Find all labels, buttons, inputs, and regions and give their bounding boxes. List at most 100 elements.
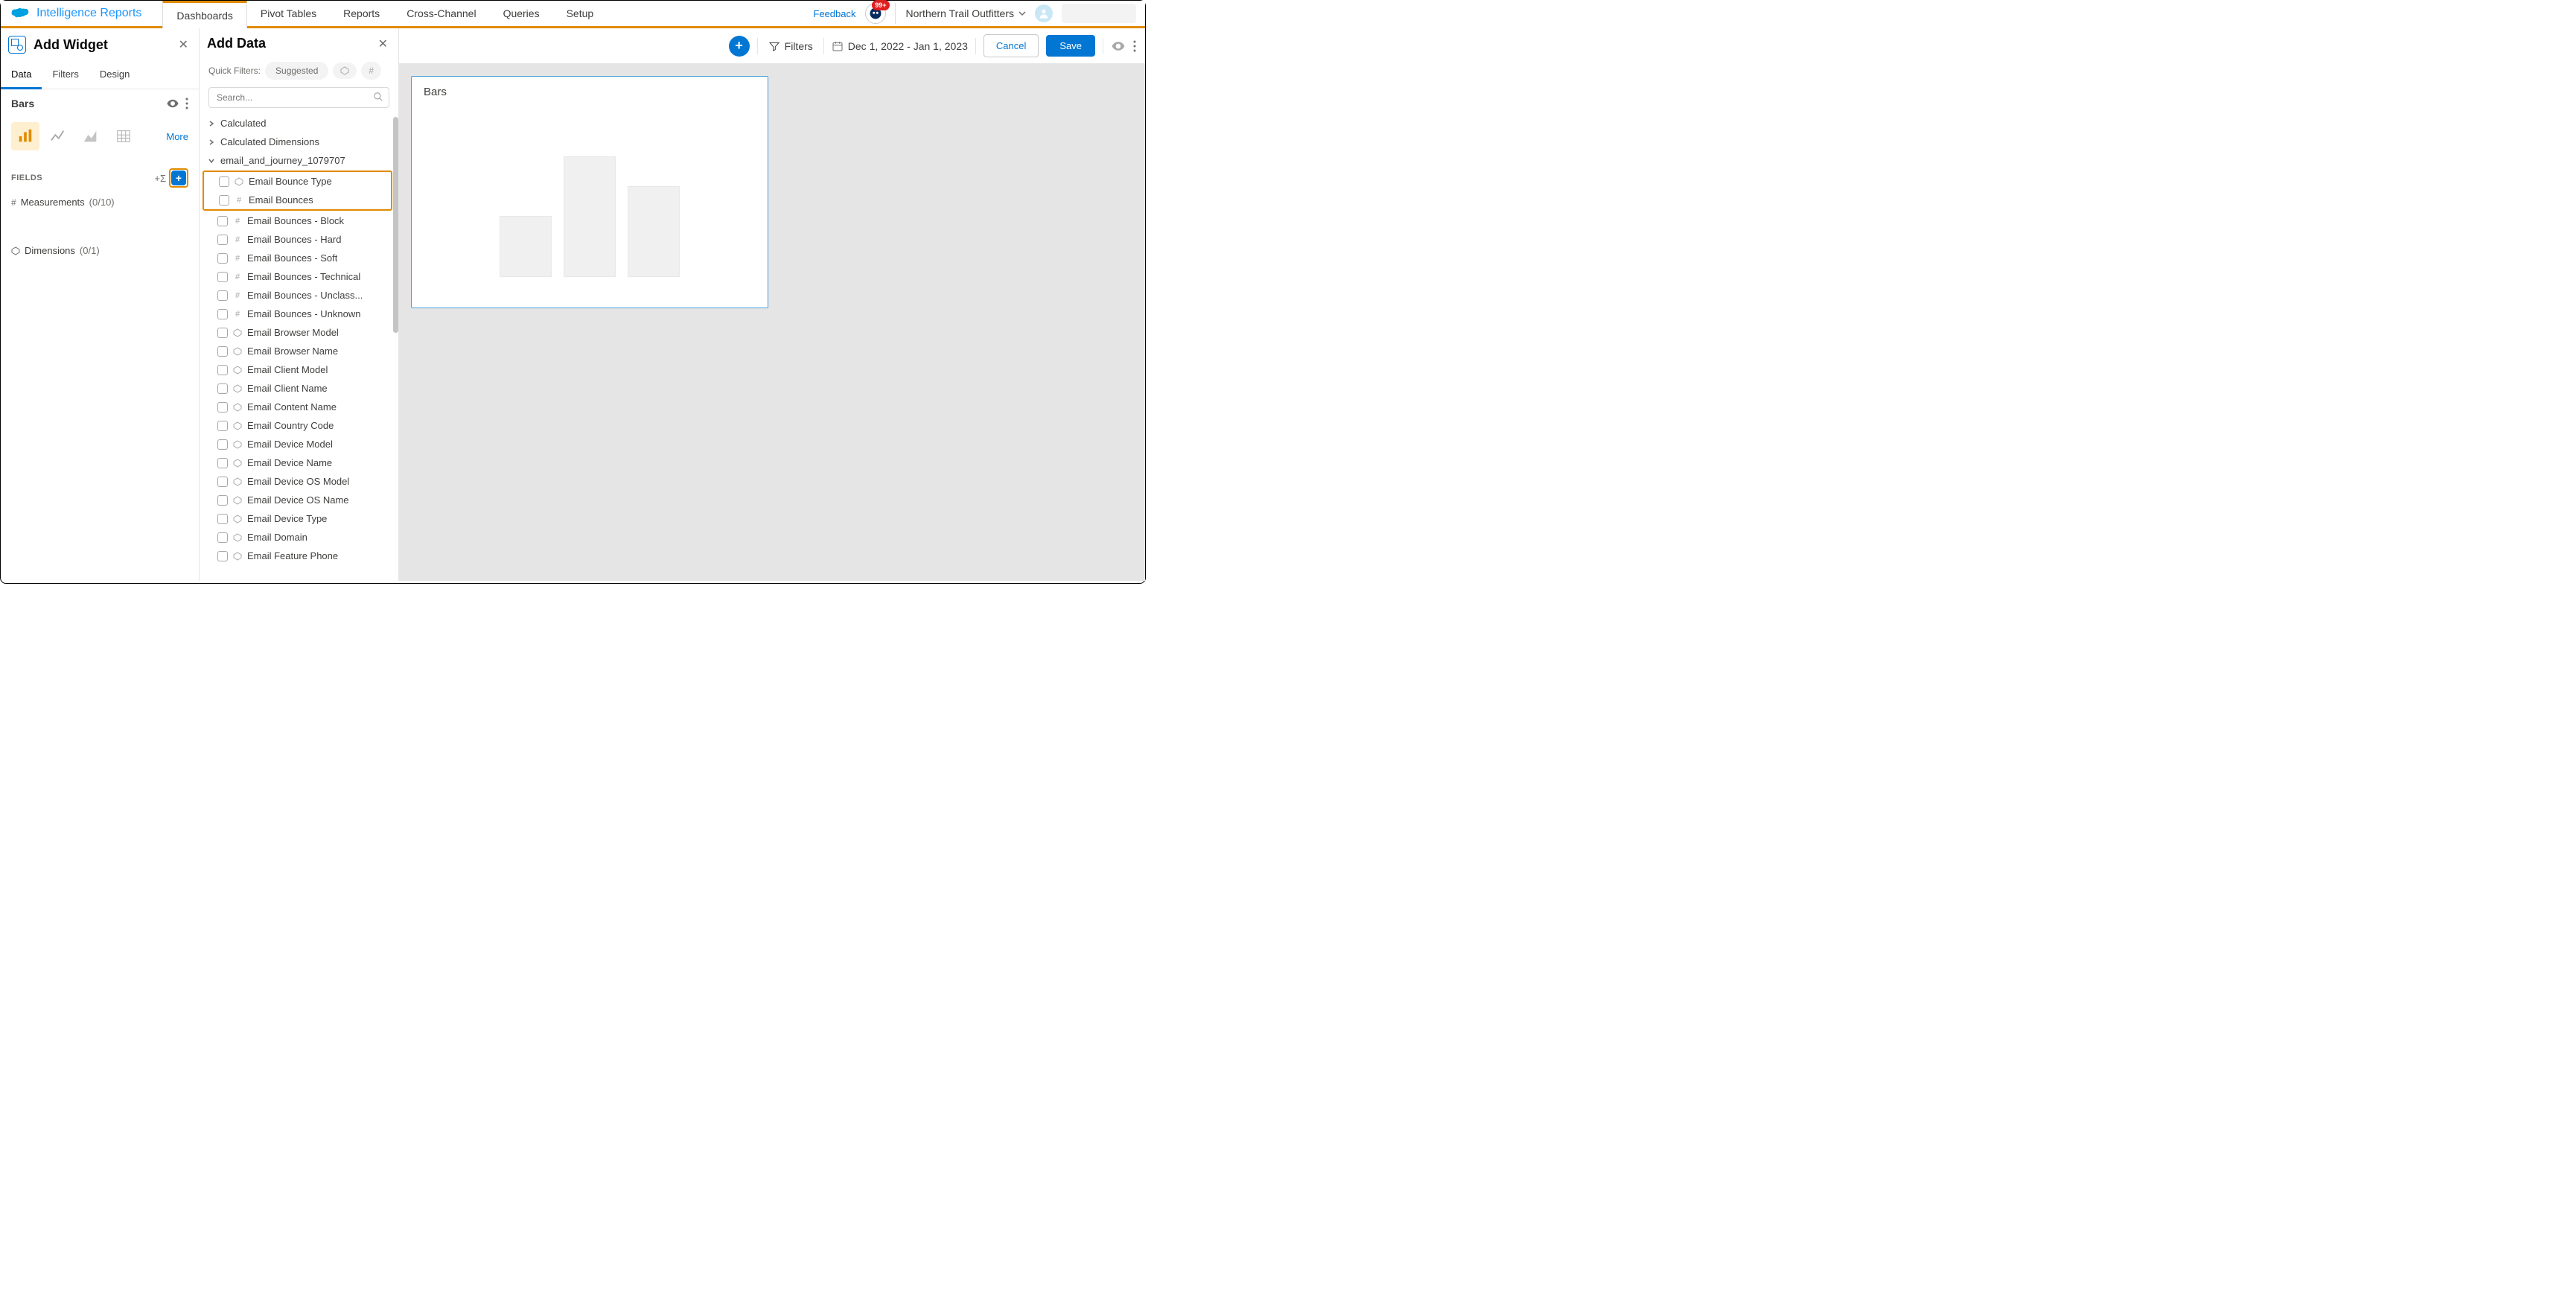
- field-label: Email Client Name: [247, 383, 328, 394]
- field-label: Email Browser Model: [247, 327, 339, 338]
- preview-button[interactable]: [1111, 39, 1126, 54]
- field-checkbox[interactable]: [217, 514, 228, 524]
- field-item[interactable]: Email Browser Name: [203, 342, 392, 360]
- chart-type-more[interactable]: More: [166, 131, 188, 142]
- chart-type-area[interactable]: [77, 122, 105, 150]
- tree-group[interactable]: Calculated Dimensions: [203, 133, 392, 151]
- field-item[interactable]: #Email Bounces - Block: [203, 211, 392, 230]
- dimension-icon: [233, 440, 242, 449]
- field-item[interactable]: #Email Bounces - Hard: [203, 230, 392, 249]
- canvas-menu-button[interactable]: [1133, 40, 1136, 52]
- add-component-button[interactable]: +: [729, 36, 750, 57]
- field-checkbox[interactable]: [217, 458, 228, 468]
- notification-button[interactable]: 99+: [865, 3, 886, 24]
- filters-label: Filters: [785, 40, 813, 52]
- org-switcher[interactable]: Northern Trail Outfitters: [895, 3, 1027, 24]
- add-formula-button[interactable]: +Σ: [154, 173, 166, 184]
- field-item[interactable]: Email Content Name: [203, 398, 392, 416]
- field-tree[interactable]: CalculatedCalculated Dimensionsemail_and…: [200, 112, 398, 581]
- subtab-filters[interactable]: Filters: [42, 61, 89, 89]
- field-item[interactable]: Email Device Model: [203, 435, 392, 453]
- field-checkbox[interactable]: [217, 402, 228, 413]
- date-range-picker[interactable]: Dec 1, 2022 - Jan 1, 2023: [832, 40, 968, 52]
- hash-icon: #: [233, 291, 242, 300]
- chart-type-line[interactable]: [44, 122, 72, 150]
- dimension-icon: [340, 66, 349, 75]
- dimensions-row[interactable]: Dimensions (0/1): [1, 238, 199, 264]
- field-item[interactable]: Email Bounce Type: [204, 172, 391, 191]
- fields-label: FIELDS: [11, 173, 42, 182]
- user-avatar[interactable]: [1035, 4, 1053, 22]
- field-item[interactable]: Email Device OS Name: [203, 491, 392, 509]
- field-checkbox[interactable]: [219, 195, 229, 206]
- chart-type-bar[interactable]: [11, 122, 39, 150]
- add-field-button[interactable]: +: [171, 171, 186, 185]
- field-item[interactable]: #Email Bounces - Unknown: [203, 305, 392, 323]
- dimension-icon: [235, 177, 243, 186]
- close-add-widget-button[interactable]: ✕: [179, 37, 188, 52]
- subtab-design[interactable]: Design: [89, 61, 140, 89]
- cancel-button[interactable]: Cancel: [983, 34, 1039, 57]
- close-add-data-button[interactable]: ✕: [378, 36, 388, 51]
- field-item[interactable]: Email Client Model: [203, 360, 392, 379]
- field-checkbox[interactable]: [217, 365, 228, 375]
- field-item[interactable]: Email Feature Phone: [203, 547, 392, 565]
- field-checkbox[interactable]: [217, 551, 228, 561]
- field-checkbox[interactable]: [217, 216, 228, 226]
- scrollbar[interactable]: [393, 117, 398, 333]
- field-checkbox[interactable]: [217, 532, 228, 543]
- global-search[interactable]: [1062, 4, 1136, 23]
- field-checkbox[interactable]: [217, 235, 228, 245]
- search-icon: [373, 92, 383, 102]
- field-checkbox[interactable]: [217, 272, 228, 282]
- field-item[interactable]: Email Device Type: [203, 509, 392, 528]
- field-checkbox[interactable]: [217, 383, 228, 394]
- widget-subtabs: Data Filters Design: [1, 61, 199, 89]
- canvas-body[interactable]: Bars: [399, 64, 1145, 581]
- field-item[interactable]: # Email Bounces - Unclass...: [203, 286, 392, 305]
- field-checkbox[interactable]: [217, 328, 228, 338]
- quick-filter-measure[interactable]: #: [361, 62, 381, 80]
- field-checkbox[interactable]: [217, 253, 228, 264]
- field-checkbox[interactable]: [217, 477, 228, 487]
- field-search-input[interactable]: [208, 87, 389, 108]
- field-item[interactable]: Email Client Name: [203, 379, 392, 398]
- subtab-data[interactable]: Data: [1, 61, 42, 89]
- widget-preview[interactable]: Bars: [411, 76, 768, 308]
- field-checkbox[interactable]: [217, 495, 228, 506]
- tab-queries[interactable]: Queries: [490, 1, 553, 26]
- chevron-icon: [207, 157, 216, 165]
- tree-group[interactable]: email_and_journey_1079707: [203, 151, 392, 170]
- feedback-link[interactable]: Feedback: [813, 8, 855, 19]
- field-checkbox[interactable]: [219, 176, 229, 187]
- field-item[interactable]: #Email Bounces: [204, 191, 391, 209]
- visibility-toggle[interactable]: [166, 97, 179, 110]
- quick-filter-dimension[interactable]: [333, 63, 357, 79]
- quick-filter-suggested[interactable]: Suggested: [265, 62, 328, 80]
- tab-dashboards[interactable]: Dashboards: [162, 1, 247, 28]
- field-checkbox[interactable]: [217, 439, 228, 450]
- tab-reports[interactable]: Reports: [330, 1, 393, 26]
- placeholder-bar: [500, 216, 552, 277]
- chart-type-table[interactable]: [109, 122, 138, 150]
- tab-cross-channel[interactable]: Cross-Channel: [393, 1, 489, 26]
- tab-pivot-tables[interactable]: Pivot Tables: [247, 1, 330, 26]
- field-item[interactable]: Email Device OS Model: [203, 472, 392, 491]
- filters-button[interactable]: Filters: [765, 40, 816, 52]
- field-item[interactable]: Email Country Code: [203, 416, 392, 435]
- save-button[interactable]: Save: [1046, 35, 1095, 57]
- measurements-row[interactable]: # Measurements (0/10): [1, 189, 199, 215]
- widget-menu-button[interactable]: [185, 98, 188, 109]
- field-checkbox[interactable]: [217, 309, 228, 319]
- field-label: Email Bounces - Unclass...: [247, 290, 363, 301]
- tab-setup[interactable]: Setup: [553, 1, 608, 26]
- field-item[interactable]: Email Browser Model: [203, 323, 392, 342]
- field-item[interactable]: Email Domain: [203, 528, 392, 547]
- field-item[interactable]: #Email Bounces - Soft: [203, 249, 392, 267]
- tree-group[interactable]: Calculated: [203, 114, 392, 133]
- field-item[interactable]: Email Device Name: [203, 453, 392, 472]
- field-checkbox[interactable]: [217, 346, 228, 357]
- field-item[interactable]: #Email Bounces - Technical: [203, 267, 392, 286]
- field-checkbox[interactable]: [217, 421, 228, 431]
- field-checkbox[interactable]: [217, 290, 228, 301]
